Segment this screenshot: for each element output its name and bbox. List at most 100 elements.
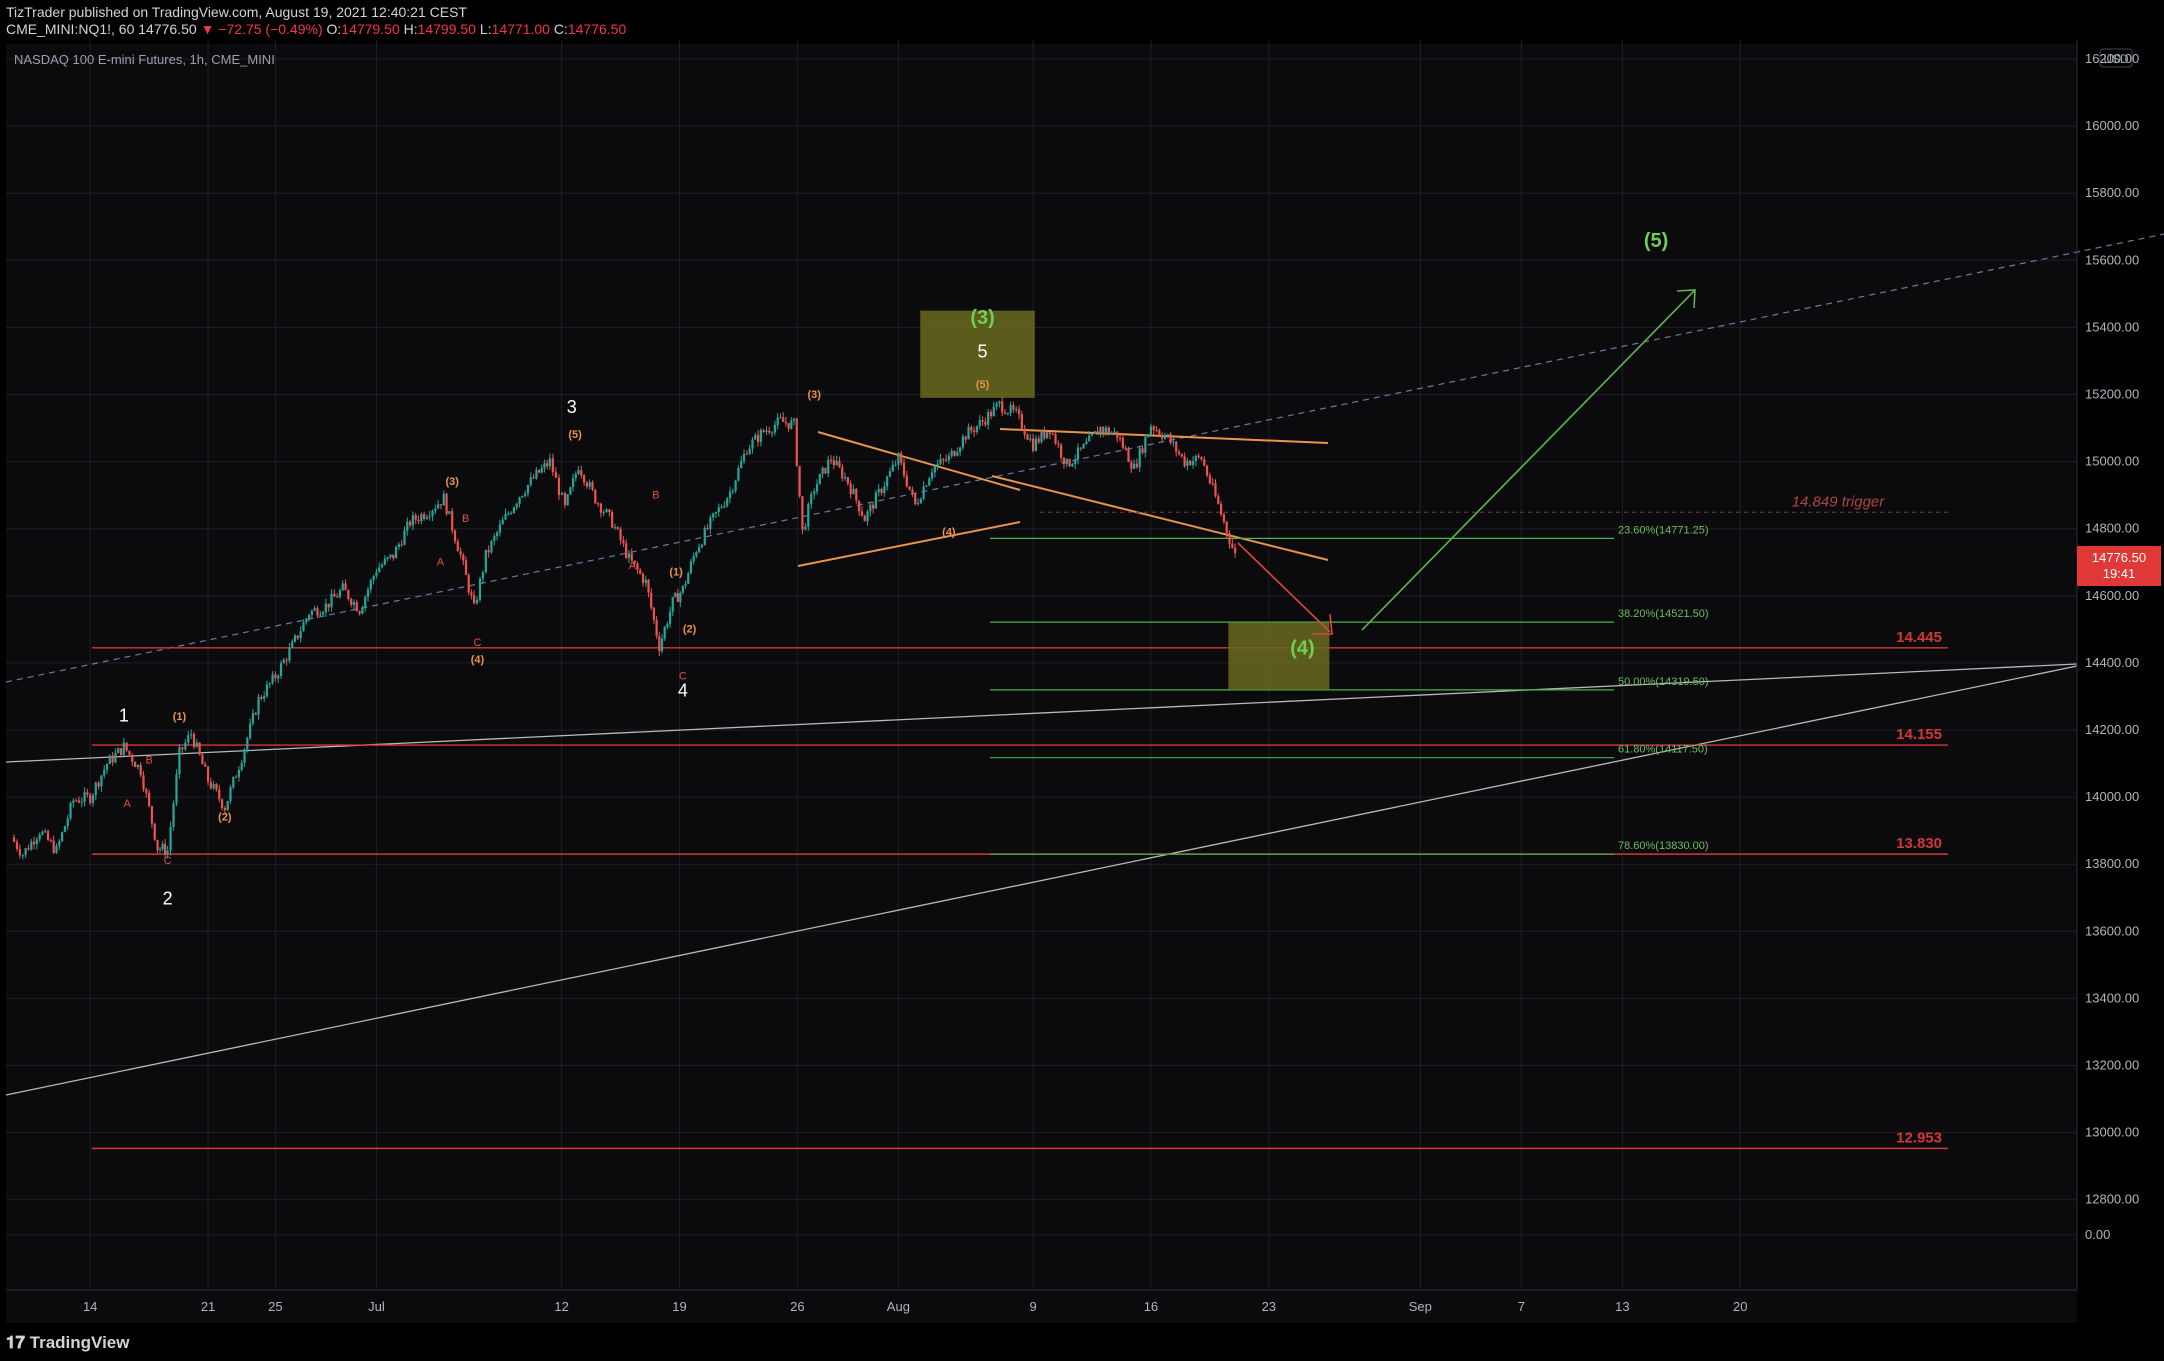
wave-label-minor: (5) xyxy=(568,429,582,441)
candle-body xyxy=(510,513,513,515)
candle-body xyxy=(1118,437,1122,439)
candle-body xyxy=(206,766,210,782)
wave-label-abc: B xyxy=(462,513,469,525)
candle-body xyxy=(795,418,798,466)
candle-body xyxy=(166,850,169,855)
wave-label-primary: (4) xyxy=(1290,638,1314,660)
candle-body xyxy=(1130,462,1133,469)
candle-body xyxy=(1138,448,1141,468)
candle-body xyxy=(355,602,358,612)
candle-body xyxy=(97,782,100,787)
candle-body xyxy=(554,472,558,478)
candle-body xyxy=(717,507,720,512)
candle-body xyxy=(1172,441,1175,443)
candle-body xyxy=(178,747,181,775)
candle-body xyxy=(818,473,821,485)
time-tick-label: 21 xyxy=(201,1299,215,1314)
candle-body xyxy=(771,432,774,434)
candle-body xyxy=(709,517,712,530)
candle-body xyxy=(905,475,908,487)
candle-body xyxy=(302,622,305,632)
time-tick-label: 14 xyxy=(83,1299,97,1314)
candle-body xyxy=(706,527,709,530)
candle-body xyxy=(720,507,723,509)
candle-body xyxy=(936,463,939,467)
candle-body xyxy=(984,421,987,425)
symbol-label[interactable]: CME_MINI:NQ1!, 60 xyxy=(6,21,134,37)
candle-body xyxy=(869,504,872,512)
candle-body xyxy=(263,696,266,699)
candle-body xyxy=(1203,459,1206,466)
candle-body xyxy=(133,761,137,768)
candle-body xyxy=(408,521,412,526)
wave-label-minor: (3) xyxy=(807,389,821,401)
brand-name: TradingView xyxy=(29,1333,130,1352)
candle-body xyxy=(434,508,437,511)
candle-body xyxy=(105,763,109,770)
candle-body xyxy=(911,489,914,494)
fib-label: 61.80%(14117.50) xyxy=(1618,744,1708,756)
candle-body xyxy=(372,576,375,581)
price-chart[interactable]: 14.445 14.155 13.830 12.953 14.849 trigger 2… xyxy=(0,40,2164,1327)
candle-body xyxy=(414,515,417,520)
candle-body xyxy=(599,503,603,513)
candle-body xyxy=(498,524,501,533)
candle-body xyxy=(900,453,903,463)
candle-body xyxy=(336,596,339,598)
candle-body xyxy=(636,563,639,570)
candle-body xyxy=(139,764,142,776)
candle-body xyxy=(1093,431,1096,434)
chart-area[interactable]: 14.445 14.155 13.830 12.953 14.849 trigger 2… xyxy=(0,40,2164,1327)
candle-body xyxy=(333,593,336,597)
candle-body xyxy=(437,504,440,509)
candle-body xyxy=(111,755,114,763)
candle-body xyxy=(451,511,454,531)
wave-label-abc: A xyxy=(629,560,637,572)
wave-label-major: 4 xyxy=(678,680,688,700)
candle-body xyxy=(740,460,743,468)
candle-body xyxy=(700,544,704,547)
candle-body xyxy=(181,747,184,750)
price-tick-label: 14200.00 xyxy=(2085,722,2139,737)
candle-body xyxy=(782,417,785,422)
candle-body xyxy=(316,608,319,616)
candle-body xyxy=(652,607,656,620)
candle-body xyxy=(843,477,847,479)
candle-body xyxy=(908,486,911,490)
candle-body xyxy=(1051,433,1054,435)
candle-body xyxy=(21,855,24,857)
candle-body xyxy=(855,488,858,501)
tradingview-logo[interactable]: 𝟏𝟕 TradingView xyxy=(6,1333,129,1353)
candle-body xyxy=(1034,438,1037,451)
candle-body xyxy=(100,775,103,787)
candle-body xyxy=(1127,449,1130,463)
candle-body xyxy=(69,803,72,819)
candle-body xyxy=(1001,401,1004,413)
candle-body xyxy=(644,579,647,584)
candle-body xyxy=(1023,428,1026,435)
candle-body xyxy=(246,737,249,750)
candle-body xyxy=(779,417,782,419)
candle-body xyxy=(829,459,833,461)
candle-body xyxy=(198,742,201,755)
candle-body xyxy=(639,569,642,574)
candle-body xyxy=(1194,455,1197,461)
candle-body xyxy=(827,459,830,474)
candle-body xyxy=(866,511,869,522)
time-tick-label: 12 xyxy=(554,1299,568,1314)
candle-body xyxy=(350,599,353,605)
candle-body xyxy=(515,503,518,508)
candle-body xyxy=(975,426,979,432)
candle-body xyxy=(456,541,459,552)
candle-body xyxy=(897,453,900,465)
candle-body xyxy=(136,764,139,768)
candle-body xyxy=(1225,521,1228,534)
price-tick-label: 14000.00 xyxy=(2085,789,2139,804)
candle-body xyxy=(366,589,370,597)
candle-body xyxy=(922,486,925,500)
candle-body xyxy=(748,448,751,455)
candle-body xyxy=(995,403,998,407)
time-tick-label: 26 xyxy=(790,1299,804,1314)
candle-body xyxy=(765,430,768,432)
candle-body xyxy=(128,750,131,755)
